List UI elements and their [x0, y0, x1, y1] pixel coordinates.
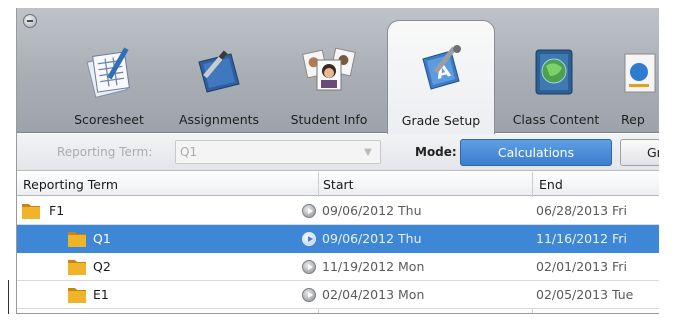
term-name: F1 — [49, 203, 65, 218]
mode-grade-button[interactable]: Gra — [620, 139, 659, 166]
term-start: 11/19/2012 Mon — [322, 259, 425, 274]
folder-icon — [68, 288, 86, 303]
tab-label: Rep — [621, 112, 645, 127]
reporting-term-value: Q1 — [180, 145, 198, 159]
table-row[interactable]: Q2 11/19/2012 Mon 02/01/2013 Fri — [17, 253, 659, 281]
term-name: Q1 — [93, 231, 111, 246]
tab-label: Student Info — [290, 112, 368, 127]
tab-class-content[interactable]: Class Content — [501, 22, 611, 133]
frame-edge — [8, 280, 9, 314]
collapse-icon[interactable] — [23, 14, 37, 28]
chevron-down-icon[interactable]: ▼ — [358, 143, 378, 161]
terms-grid-header: Reporting Term Start End — [17, 172, 659, 196]
reporting-term-select[interactable]: Q1 ▼ — [175, 140, 381, 164]
tab-label: Assignments — [178, 112, 260, 127]
term-start: 09/06/2012 Thu — [322, 203, 422, 218]
module-tab-bar: Scoresheet Assignments Student Info A Gr… — [17, 8, 659, 134]
arrow-right-icon[interactable] — [302, 204, 316, 218]
reports-icon — [624, 53, 656, 93]
class-content-icon — [535, 49, 573, 95]
tab-label: Scoresheet — [74, 112, 144, 127]
column-header-end[interactable]: End — [539, 177, 563, 192]
tab-label: Grade Setup — [401, 113, 481, 128]
folder-icon — [68, 260, 86, 275]
tab-label: Class Content — [512, 112, 600, 127]
term-name: E1 — [93, 287, 109, 302]
tab-reports[interactable]: Rep — [617, 22, 659, 133]
mode-label: Mode: — [415, 145, 457, 159]
term-end: 02/05/2013 Tue — [536, 287, 634, 302]
arrow-right-icon[interactable] — [302, 288, 316, 302]
tab-grade-setup[interactable]: A Grade Setup — [387, 20, 495, 134]
gradebook-window: Scoresheet Assignments Student Info A Gr… — [16, 8, 659, 314]
term-start: 02/04/2013 Mon — [322, 287, 425, 302]
folder-icon — [68, 232, 86, 247]
tab-student-info[interactable]: Student Info — [277, 22, 381, 133]
reporting-term-label: Reporting Term: — [57, 145, 153, 159]
table-row[interactable]: E1 02/04/2013 Mon 02/05/2013 Tue — [17, 281, 659, 309]
mode-calculations-button[interactable]: Calculations — [460, 139, 612, 166]
term-start: 09/06/2012 Thu — [322, 231, 422, 246]
column-header-start[interactable]: Start — [323, 177, 354, 192]
tab-scoresheet[interactable]: Scoresheet — [57, 22, 161, 133]
grade-setup-toolbar: Reporting Term: Q1 ▼ Mode: Calculations … — [17, 134, 659, 171]
column-header-reporting-term[interactable]: Reporting Term — [23, 177, 118, 192]
student-info-icon — [302, 47, 356, 91]
folder-icon — [22, 204, 40, 219]
tab-assignments[interactable]: Assignments — [169, 22, 269, 133]
term-name: Q2 — [93, 259, 111, 274]
arrow-right-icon[interactable] — [302, 232, 316, 246]
assignments-icon — [198, 50, 240, 93]
term-end: 02/01/2013 Fri — [536, 259, 627, 274]
grade-setup-icon: A — [422, 45, 461, 90]
term-end: 11/16/2012 Fri — [536, 231, 627, 246]
table-row[interactable]: Q1 09/06/2012 Thu 11/16/2012 Fri — [17, 225, 659, 253]
table-row[interactable]: F1 09/06/2012 Thu 06/28/2013 Fri — [17, 197, 659, 225]
term-end: 06/28/2013 Fri — [536, 203, 627, 218]
scoresheet-icon — [86, 47, 130, 98]
arrow-right-icon[interactable] — [302, 260, 316, 274]
